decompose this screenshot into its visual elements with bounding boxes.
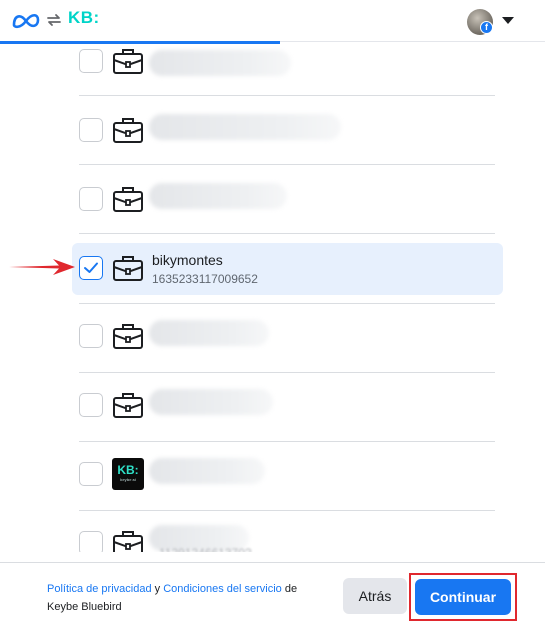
account-checkbox[interactable]: [79, 187, 103, 211]
briefcase-icon: [113, 531, 143, 552]
account-list[interactable]: bikymontes 1635233117009652 KB: keybe ai: [0, 44, 545, 552]
back-button[interactable]: Atrás: [343, 578, 407, 614]
chevron-down-icon[interactable]: [502, 17, 514, 24]
legal-connector: y: [151, 583, 164, 595]
blurred-account-name: [149, 389, 273, 415]
blurred-account-name: [149, 50, 291, 76]
list-item[interactable]: 1129124661370?: [79, 511, 495, 552]
briefcase-icon: [113, 256, 143, 281]
company-name: Keybe Bluebird: [47, 601, 122, 613]
account-checkbox[interactable]: [79, 324, 103, 348]
briefcase-icon: [113, 393, 143, 418]
list-item-selected[interactable]: bikymontes 1635233117009652: [72, 243, 503, 295]
list-item[interactable]: [79, 44, 495, 96]
legal-text: Política de privacidad y Condiciones del…: [47, 580, 332, 616]
account-checkbox[interactable]: [79, 462, 103, 486]
list-item[interactable]: [79, 304, 495, 373]
account-checkbox[interactable]: [79, 49, 103, 73]
blurred-account-name: [149, 114, 341, 140]
list-item[interactable]: [79, 165, 495, 234]
blurred-account-name: [149, 458, 265, 484]
list-item[interactable]: KB: keybe ai: [79, 442, 495, 511]
account-checkbox[interactable]: [79, 118, 103, 142]
kb-logo-thumbnail: KB: keybe ai: [112, 458, 144, 490]
blurred-account-name: [149, 183, 287, 209]
blurred-account-name: [149, 320, 269, 346]
account-id: 1129124661370?: [159, 546, 252, 552]
list-item[interactable]: [79, 96, 495, 165]
briefcase-icon: [113, 187, 143, 212]
swap-icon: [47, 14, 61, 26]
terms-of-service-link[interactable]: Condiciones del servicio: [163, 583, 282, 595]
legal-suffix: de: [281, 583, 298, 595]
facebook-badge-icon: f: [480, 21, 493, 34]
briefcase-icon: [113, 324, 143, 349]
account-checkbox-checked[interactable]: [79, 256, 103, 280]
red-arrow-icon: [9, 259, 75, 275]
brand-logo: KB:: [68, 8, 100, 27]
kb-thumbnail-text: KB:: [117, 463, 139, 477]
account-id: 1635233117009652: [152, 272, 258, 286]
briefcase-icon: [113, 118, 143, 143]
continue-button[interactable]: Continuar: [415, 579, 511, 615]
list-item[interactable]: [79, 373, 495, 442]
briefcase-icon: [113, 49, 143, 74]
meta-logo-icon: [12, 13, 40, 29]
account-checkbox[interactable]: [79, 393, 103, 417]
top-bar: KB: f: [0, 0, 545, 42]
checkmark-icon: [84, 262, 98, 273]
kb-thumbnail-subtext: keybe ai: [120, 477, 136, 482]
account-name: bikymontes: [152, 252, 223, 268]
privacy-policy-link[interactable]: Política de privacidad: [47, 583, 152, 595]
footer: Política de privacidad y Condiciones del…: [0, 562, 545, 633]
account-checkbox[interactable]: [79, 531, 103, 552]
